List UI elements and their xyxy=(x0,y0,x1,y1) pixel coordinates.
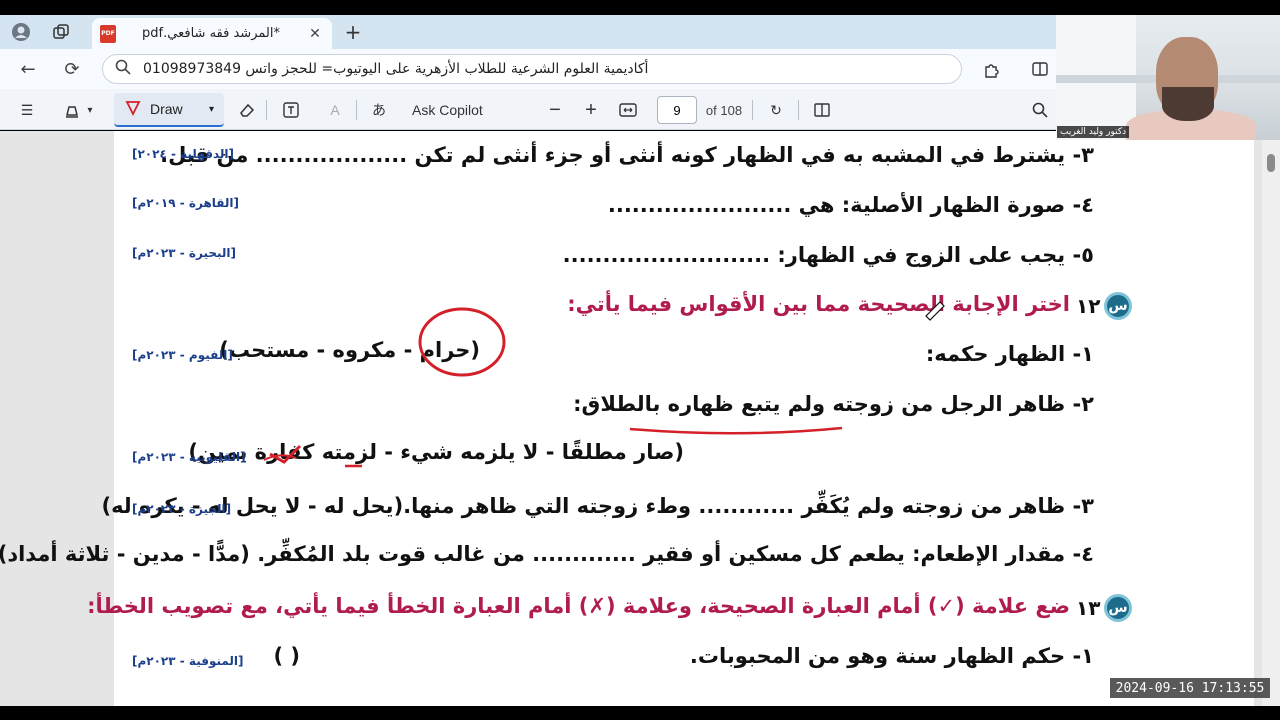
pdf-icon: PDF xyxy=(100,24,116,43)
question-number: ١٣ xyxy=(1076,596,1101,620)
webcam-label: دكتور وليد الغريب xyxy=(1057,126,1130,138)
question-line: ١- الظهار حكمه: xyxy=(925,342,1094,366)
highlight-icon[interactable]: ▾ xyxy=(58,97,98,123)
question-line: ٤- مقدار الإطعام: يطعم كل مسكين أو فقير … xyxy=(0,542,1094,566)
question-line: ٤- صورة الظهار الأصلية: هي .............… xyxy=(607,193,1094,217)
active-tab[interactable]: PDF *المرشد فقه شافعي.pdf ✕ xyxy=(92,18,332,49)
scrollbar-thumb[interactable] xyxy=(1267,154,1275,172)
timestamp: 2024-09-16 17:13:55 xyxy=(1110,678,1270,698)
navigation-bar: ← ⟳ أكاديمية العلوم الشرعية للطلاب الأزه… xyxy=(0,49,1056,89)
answer-options: (صار مطلقًا - لا يلزمه شيء - لزمته كفارة… xyxy=(188,440,684,464)
contents-icon[interactable]: ☰ xyxy=(14,97,40,123)
webcam-beard xyxy=(1162,87,1214,121)
profile-icon[interactable] xyxy=(8,20,34,44)
zoom-out-icon[interactable]: − xyxy=(544,97,566,123)
question-icon: س xyxy=(1104,594,1132,622)
source-tag: [المنوفية - ٢٠٢٣م] xyxy=(132,654,244,668)
question-line: ٣- يشترط في المشبه به في الظهار كونه أنث… xyxy=(160,143,1094,167)
source-tag: [الجيزة - ٢٠٢٣م] xyxy=(132,502,232,516)
split-screen-icon[interactable] xyxy=(1026,55,1054,83)
translate-icon[interactable]: あ xyxy=(366,97,392,123)
scrollbar[interactable] xyxy=(1262,140,1280,706)
pen-icon xyxy=(124,99,142,120)
tab-close-icon[interactable]: ✕ xyxy=(306,26,324,42)
question-icon: س xyxy=(1104,292,1132,320)
bottom-bezel xyxy=(0,706,1280,720)
search-icon xyxy=(115,59,131,79)
source-tag: [القليوبية - ٢٠٢٣م] xyxy=(132,450,246,464)
question-title: اختر الإجابة الصحيحة مما بين الأقواس فيم… xyxy=(567,292,1070,316)
source-tag: [القاهرة - ٢٠١٩م] xyxy=(132,196,240,210)
find-icon[interactable] xyxy=(1028,97,1052,123)
question-title: ضع علامة (✓) أمام العبارة الصحيحة، وعلام… xyxy=(87,594,1070,618)
question-line: ٥- يجب على الزوج في الظهار: ............… xyxy=(562,243,1094,267)
divider xyxy=(356,100,357,120)
eraser-icon[interactable] xyxy=(234,97,260,123)
page-view-icon[interactable] xyxy=(810,97,834,123)
draw-label: Draw xyxy=(150,101,183,117)
tab-title: *المرشد فقه شافعي.pdf xyxy=(142,26,280,41)
zoom-in-icon[interactable]: + xyxy=(580,97,602,123)
top-bezel xyxy=(0,0,1280,15)
source-tag: [الدقهلية - ٢٠٢٤] xyxy=(132,147,235,161)
ask-copilot-button[interactable]: Ask Copilot xyxy=(412,97,502,123)
draw-button[interactable]: Draw ▾ xyxy=(114,93,224,127)
back-icon[interactable]: ← xyxy=(14,55,42,83)
page-number-input[interactable]: 9 xyxy=(657,96,697,124)
new-tab-icon[interactable]: + xyxy=(340,19,366,45)
divider xyxy=(266,100,267,120)
page-total: of 108 xyxy=(705,102,743,118)
reload-icon[interactable]: ⟳ xyxy=(58,55,86,83)
text-box-icon[interactable] xyxy=(278,97,304,123)
extensions-icon[interactable] xyxy=(978,55,1006,83)
answer-options: (حرام - مكروه - مستحب) xyxy=(219,338,480,362)
divider xyxy=(752,100,753,120)
address-text: أكاديمية العلوم الشرعية للطلاب الأزهرية … xyxy=(143,61,649,77)
question-number: ١٢ xyxy=(1076,294,1101,318)
chevron-down-icon: ▾ xyxy=(208,103,214,115)
read-aloud-icon[interactable]: A xyxy=(322,97,348,123)
workspaces-icon[interactable] xyxy=(48,20,74,44)
answer-blank: ( ) xyxy=(273,644,300,668)
tab-strip: PDF *المرشد فقه شافعي.pdf ✕ + xyxy=(0,15,1056,49)
source-tag: [الفيوم - ٢٠٢٣م] xyxy=(132,348,233,362)
webcam-overlay xyxy=(1056,15,1280,140)
source-tag: [البحيرة - ٢٠٢٣م] xyxy=(132,246,237,260)
fit-page-icon[interactable] xyxy=(616,97,640,123)
pdf-toolbar: ☰ ▾ Draw ▾ A あ Ask Copilot − + 9 of 108 … xyxy=(0,89,1056,130)
question-line: ١- حكم الظهار سنة وهو من المحبوبات. xyxy=(689,644,1094,668)
address-bar[interactable]: أكاديمية العلوم الشرعية للطلاب الأزهرية … xyxy=(102,54,962,84)
divider xyxy=(798,100,799,120)
question-line: ٢- ظاهر الرجل من زوجته ولم يتبع ظهاره با… xyxy=(573,392,1094,416)
rotate-icon[interactable]: ↻ xyxy=(764,97,788,123)
question-line: ٣- ظاهر من زوجته ولم يُكَفِّر ..........… xyxy=(101,494,1094,518)
